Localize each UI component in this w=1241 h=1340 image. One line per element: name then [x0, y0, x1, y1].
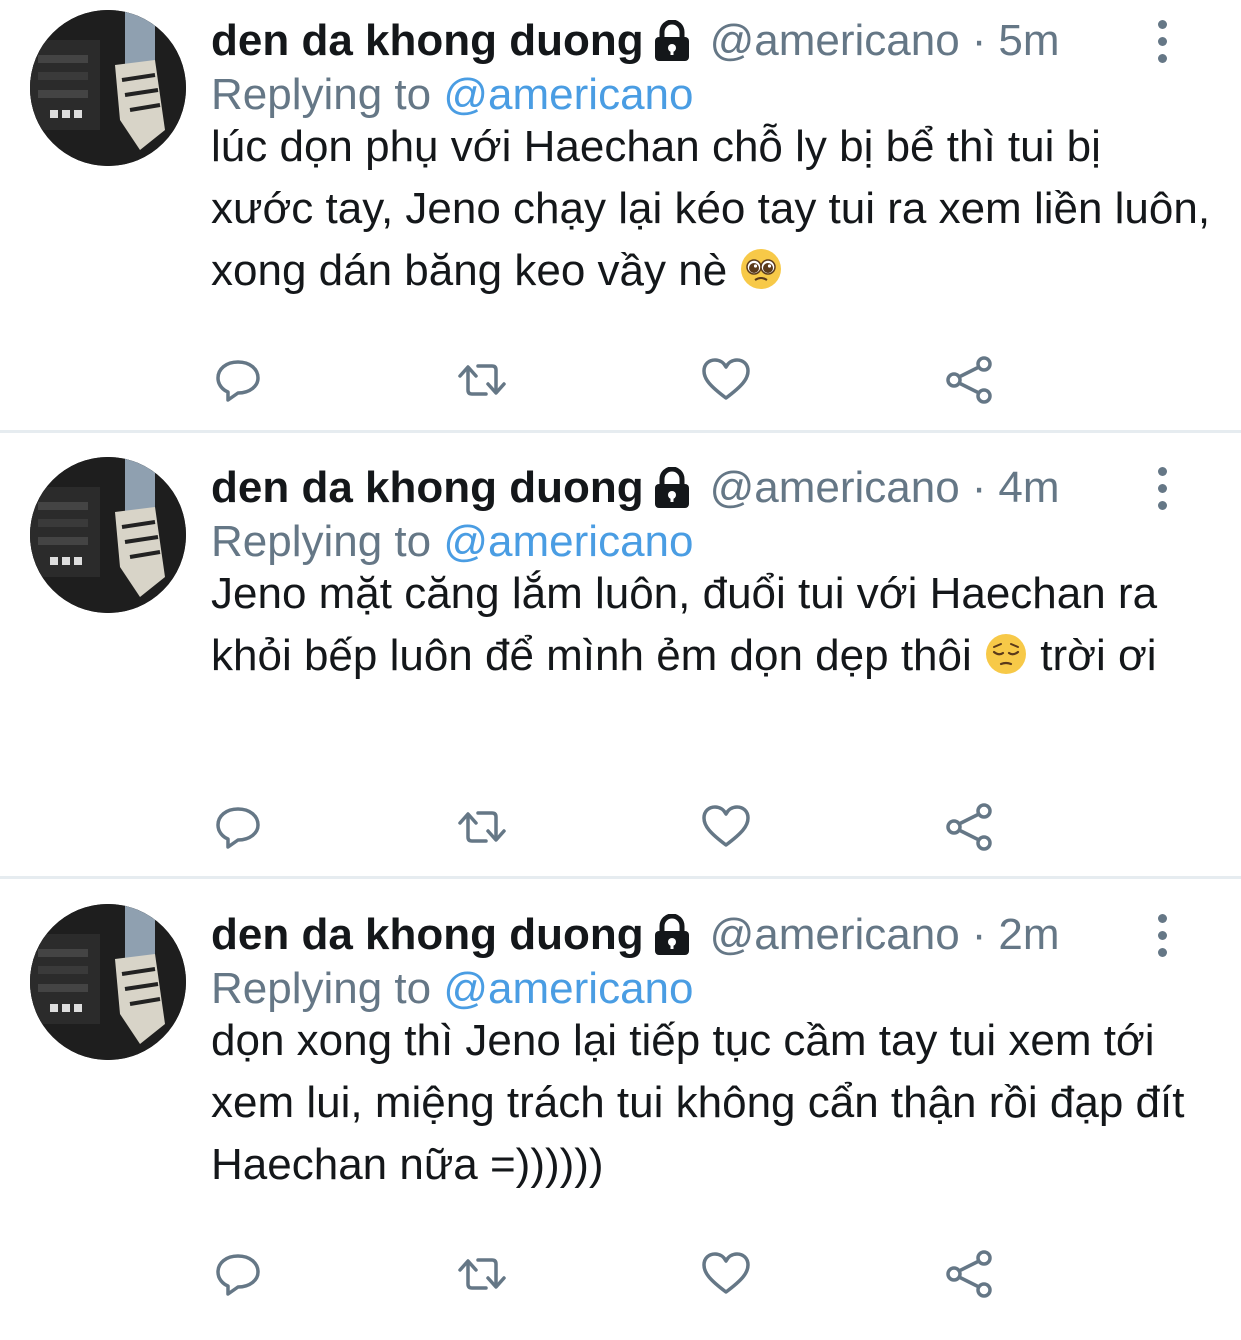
- timestamp[interactable]: 4m: [998, 461, 1059, 515]
- tweet-divider: [0, 876, 1241, 879]
- replying-to: Replying to @americano: [211, 68, 693, 122]
- more-vertical-icon[interactable]: [1152, 467, 1172, 511]
- replying-prefix: Replying to: [211, 964, 432, 1013]
- tweet-header: den da khong duong @americano · 5m: [211, 14, 1060, 68]
- tweet-text-part: lúc dọn phụ với Haechan chỗ ly bị bể thì…: [211, 122, 1211, 295]
- display-name[interactable]: den da khong duong: [211, 461, 644, 515]
- replying-to: Replying to @americano: [211, 962, 693, 1016]
- avatar[interactable]: [30, 904, 186, 1060]
- tweet-divider: [0, 430, 1241, 433]
- share-icon[interactable]: [942, 799, 998, 855]
- replying-handle-link[interactable]: @americano: [443, 964, 693, 1013]
- reply-icon[interactable]: [210, 352, 266, 408]
- display-name[interactable]: den da khong duong: [211, 14, 644, 68]
- lock-icon: [652, 913, 692, 956]
- avatar[interactable]: [30, 10, 186, 166]
- tweet-actions: [0, 799, 1241, 855]
- tweet[interactable]: den da khong duong @americano · 5m Reply…: [0, 0, 1241, 446]
- display-name[interactable]: den da khong duong: [211, 908, 644, 962]
- pensive-face-emoji: [984, 631, 1028, 675]
- more-vertical-icon[interactable]: [1152, 914, 1172, 958]
- timestamp[interactable]: 2m: [998, 908, 1059, 962]
- retweet-icon[interactable]: [454, 799, 510, 855]
- separator: ·: [971, 910, 987, 959]
- more-vertical-icon[interactable]: [1152, 20, 1172, 64]
- reply-icon[interactable]: [210, 799, 266, 855]
- lock-icon: [652, 19, 692, 62]
- reply-icon[interactable]: [210, 1246, 266, 1302]
- replying-handle-link[interactable]: @americano: [443, 70, 693, 119]
- tweet-text-part: dọn xong thì Jeno lại tiếp tục cầm tay t…: [211, 1016, 1185, 1189]
- user-handle[interactable]: @americano: [710, 908, 960, 962]
- tweet-text-part: trời ơi: [1028, 631, 1157, 680]
- pleading-face-emoji: [739, 246, 783, 290]
- user-handle[interactable]: @americano: [710, 461, 960, 515]
- heart-icon[interactable]: [698, 1246, 754, 1302]
- avatar[interactable]: [30, 457, 186, 613]
- tweet-actions: [0, 1246, 1241, 1302]
- replying-prefix: Replying to: [211, 517, 432, 566]
- retweet-icon[interactable]: [454, 1246, 510, 1302]
- share-icon[interactable]: [942, 352, 998, 408]
- replying-handle-link[interactable]: @americano: [443, 517, 693, 566]
- tweet[interactable]: den da khong duong @americano · 2m Reply…: [0, 894, 1241, 1340]
- separator: ·: [971, 463, 987, 512]
- tweet-header: den da khong duong @americano · 4m: [211, 461, 1060, 515]
- retweet-icon[interactable]: [454, 352, 510, 408]
- lock-icon: [652, 466, 692, 509]
- heart-icon[interactable]: [698, 799, 754, 855]
- share-icon[interactable]: [942, 1246, 998, 1302]
- tweet-text: dọn xong thì Jeno lại tiếp tục cầm tay t…: [211, 1010, 1211, 1196]
- tweet-actions: [0, 352, 1241, 408]
- separator: ·: [971, 16, 987, 65]
- tweet[interactable]: den da khong duong @americano · 4m Reply…: [0, 447, 1241, 893]
- replying-to: Replying to @americano: [211, 515, 693, 569]
- replying-prefix: Replying to: [211, 70, 432, 119]
- heart-icon[interactable]: [698, 352, 754, 408]
- timestamp[interactable]: 5m: [998, 14, 1059, 68]
- tweet-header: den da khong duong @americano · 2m: [211, 908, 1060, 962]
- user-handle[interactable]: @americano: [710, 14, 960, 68]
- tweet-text: Jeno mặt căng lắm luôn, đuổi tui với Hae…: [211, 563, 1211, 687]
- tweet-text: lúc dọn phụ với Haechan chỗ ly bị bể thì…: [211, 116, 1211, 302]
